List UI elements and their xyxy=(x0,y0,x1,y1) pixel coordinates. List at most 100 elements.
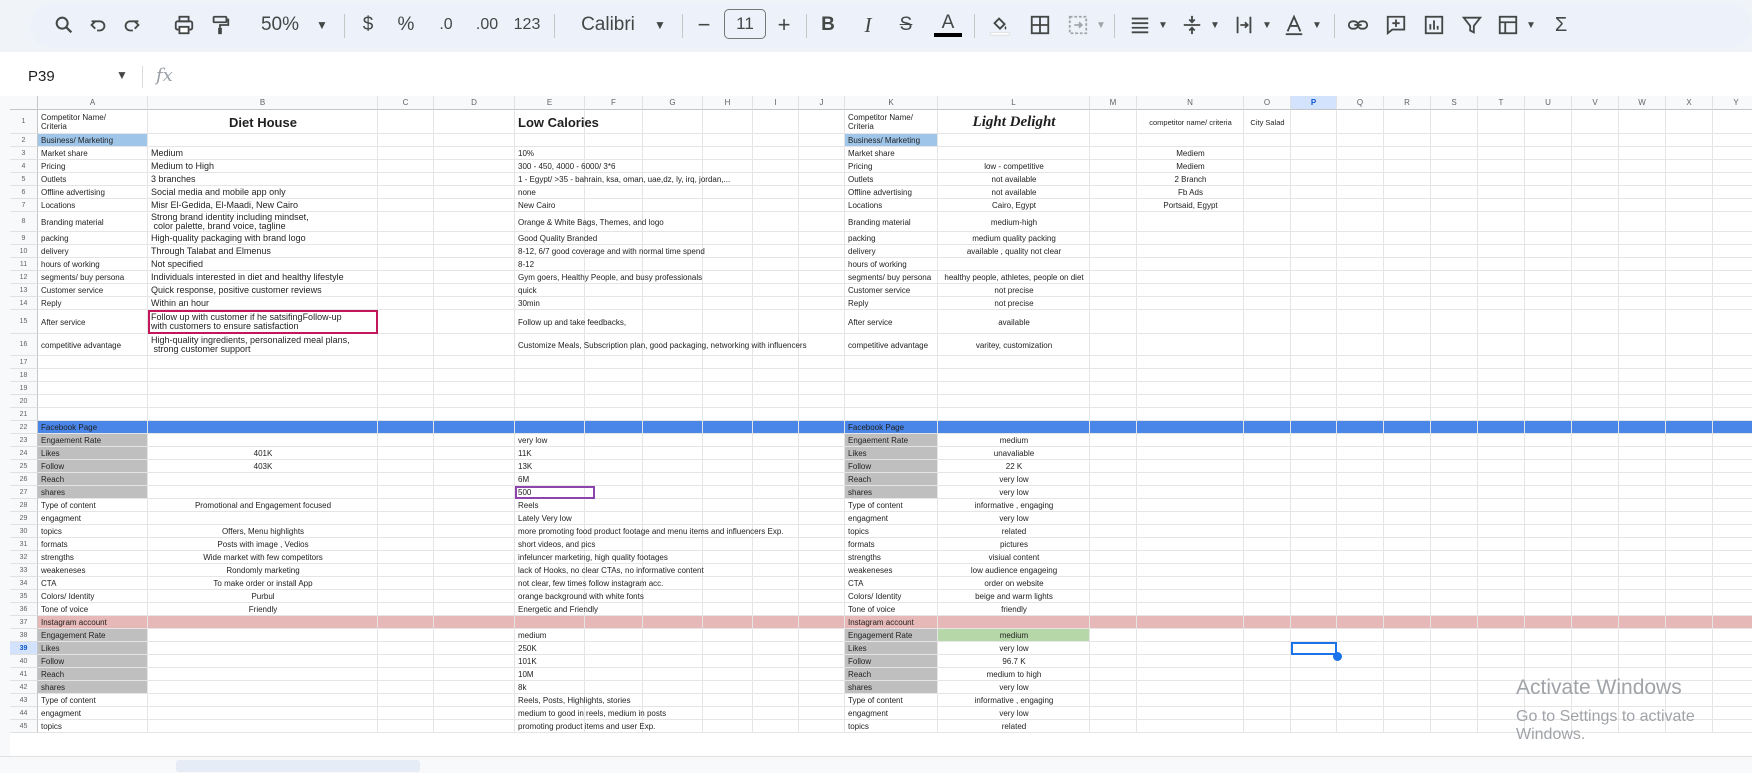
cell-a36[interactable]: Tone of voice xyxy=(38,603,148,616)
cell-k30[interactable]: topics xyxy=(845,525,938,538)
cell-k4[interactable]: Pricing xyxy=(845,160,938,173)
cell-b25[interactable]: 403K xyxy=(148,460,378,473)
column-header-g[interactable]: G xyxy=(643,96,703,110)
cell-e3[interactable]: 10% xyxy=(515,147,585,160)
cell-a28[interactable]: Type of content xyxy=(38,499,148,512)
cell-e36[interactable]: Energetic and Friendly xyxy=(515,603,598,616)
row-header-38[interactable]: 38 xyxy=(10,629,38,642)
column-header-h[interactable]: H xyxy=(703,96,753,110)
cell-l31[interactable]: pictures xyxy=(938,538,1090,551)
cell-e43[interactable]: Reels, Posts, Highlights, stories xyxy=(515,694,631,707)
cell-l27[interactable]: very low xyxy=(938,486,1090,499)
cell-e16[interactable]: Customize Meals, Subscription plan, good… xyxy=(515,334,807,356)
zoom-select[interactable]: 50% xyxy=(252,10,308,40)
text-rotation-icon[interactable] xyxy=(1280,10,1308,40)
cell-l29[interactable]: very low xyxy=(938,512,1090,525)
chevron-down-icon[interactable]: ▼ xyxy=(1156,10,1170,40)
row-header-1[interactable]: 1 xyxy=(10,110,38,134)
cell-l33[interactable]: low audience engageing xyxy=(938,564,1090,577)
cell-k12[interactable]: segments/ buy persona xyxy=(845,271,938,284)
cell-e33[interactable]: lack of Hooks, no clear CTAs, no informa… xyxy=(515,564,704,577)
cell-l8[interactable]: medium-high xyxy=(938,212,1090,232)
row-header-30[interactable]: 30 xyxy=(10,525,38,538)
cell-a5[interactable]: Outlets xyxy=(38,173,148,186)
chevron-down-icon[interactable]: ▼ xyxy=(312,10,332,40)
cell-b12[interactable]: Individuals interested in diet and healt… xyxy=(148,271,378,284)
cell-e11[interactable]: 8-12 xyxy=(515,258,585,271)
row-header-21[interactable]: 21 xyxy=(10,408,38,421)
row-header-17[interactable]: 17 xyxy=(10,356,38,369)
cell-l4[interactable]: low - competitive xyxy=(938,160,1090,173)
cell-a37[interactable]: Instagram account xyxy=(38,616,148,629)
column-header-m[interactable]: M xyxy=(1090,96,1137,110)
font-select[interactable]: Calibri xyxy=(568,10,648,40)
column-header-k[interactable]: K xyxy=(845,96,938,110)
cell-a15[interactable]: After service xyxy=(38,310,148,334)
functions-button[interactable]: Σ xyxy=(1548,10,1574,40)
fill-color-icon[interactable] xyxy=(984,10,1016,40)
cell-k25[interactable]: Follow xyxy=(845,460,938,473)
cell-k38[interactable]: Engagement Rate xyxy=(845,629,938,642)
cell-b8[interactable]: Strong brand identity including mindset,… xyxy=(148,212,378,232)
row-header-7[interactable]: 7 xyxy=(10,199,38,212)
cell-l40[interactable]: 96.7 K xyxy=(938,655,1090,668)
cell-k28[interactable]: Type of content xyxy=(845,499,938,512)
chevron-down-icon[interactable]: ▼ xyxy=(1094,10,1108,40)
cell-k33[interactable]: weakeneses xyxy=(845,564,938,577)
cell-n7[interactable]: Portsaid, Egypt xyxy=(1137,199,1244,212)
cell-a43[interactable]: Type of content xyxy=(38,694,148,707)
merge-cells-icon[interactable] xyxy=(1064,10,1092,40)
cell-k27[interactable]: shares xyxy=(845,486,938,499)
text-color-button[interactable]: A xyxy=(932,10,964,40)
row-header-36[interactable]: 36 xyxy=(10,603,38,616)
row-header-11[interactable]: 11 xyxy=(10,258,38,271)
cell-a34[interactable]: CTA xyxy=(38,577,148,590)
borders-icon[interactable] xyxy=(1026,10,1054,40)
cell-e15[interactable]: Follow up and take feedbacks, xyxy=(515,310,626,334)
cell-e39[interactable]: 250K xyxy=(515,642,585,655)
undo-icon[interactable] xyxy=(84,10,112,40)
cell-a10[interactable]: delivery xyxy=(38,245,148,258)
name-box[interactable]: P39 xyxy=(28,68,55,85)
cell-l24[interactable]: unavaliable xyxy=(938,447,1090,460)
row-header-43[interactable]: 43 xyxy=(10,694,38,707)
row-header-12[interactable]: 12 xyxy=(10,271,38,284)
filter-icon[interactable] xyxy=(1458,10,1486,40)
cell-a44[interactable]: engagment xyxy=(38,707,148,720)
cell-a25[interactable]: Follow xyxy=(38,460,148,473)
text-wrap-icon[interactable] xyxy=(1230,10,1258,40)
chevron-down-icon[interactable]: ▼ xyxy=(1310,10,1324,40)
cell-k34[interactable]: CTA xyxy=(845,577,938,590)
cell-k2[interactable]: Business/ Marketing xyxy=(845,134,938,147)
cell-k1[interactable]: Competitor Name/ Criteria xyxy=(845,110,938,134)
cell-e5[interactable]: 1 - Egypt/ >35 - bahrain, ksa, oman, uae… xyxy=(515,173,730,186)
row-header-16[interactable]: 16 xyxy=(10,334,38,356)
cell-e10[interactable]: 8-12, 6/7 good coverage and with normal … xyxy=(515,245,705,258)
chevron-down-icon[interactable]: ▼ xyxy=(116,68,128,82)
row-header-42[interactable]: 42 xyxy=(10,681,38,694)
row-header-37[interactable]: 37 xyxy=(10,616,38,629)
cell-a22[interactable]: Facebook Page xyxy=(38,421,148,434)
cell-a32[interactable]: strengths xyxy=(38,551,148,564)
cell-n3[interactable]: Mediem xyxy=(1137,147,1244,160)
cell-k35[interactable]: Colors/ Identity xyxy=(845,590,938,603)
cell-e31[interactable]: short videos, and pics xyxy=(515,538,595,551)
row-header-20[interactable]: 20 xyxy=(10,395,38,408)
column-header-y[interactable]: Y xyxy=(1713,96,1752,110)
row-header-40[interactable]: 40 xyxy=(10,655,38,668)
link-icon[interactable] xyxy=(1344,10,1372,40)
cell-k16[interactable]: competitive advantage xyxy=(845,334,938,356)
cell-n6[interactable]: Fb Ads xyxy=(1137,186,1244,199)
cell-l6[interactable]: not available xyxy=(938,186,1090,199)
column-header-x[interactable]: X xyxy=(1666,96,1713,110)
cell-e38[interactable]: medium xyxy=(515,629,585,642)
cell-k23[interactable]: Engaement Rate xyxy=(845,434,938,447)
cell-l28[interactable]: informative , engaging xyxy=(938,499,1090,512)
cell-e7[interactable]: New Cairo xyxy=(515,199,585,212)
cell-k44[interactable]: engagment xyxy=(845,707,938,720)
row-header-2[interactable]: 2 xyxy=(10,134,38,147)
row-header-15[interactable]: 15 xyxy=(10,310,38,334)
cell-n1[interactable]: competitor name/ criteria xyxy=(1137,110,1244,134)
cell-l14[interactable]: not precise xyxy=(938,297,1090,310)
cell-e23[interactable]: very low xyxy=(515,434,585,447)
